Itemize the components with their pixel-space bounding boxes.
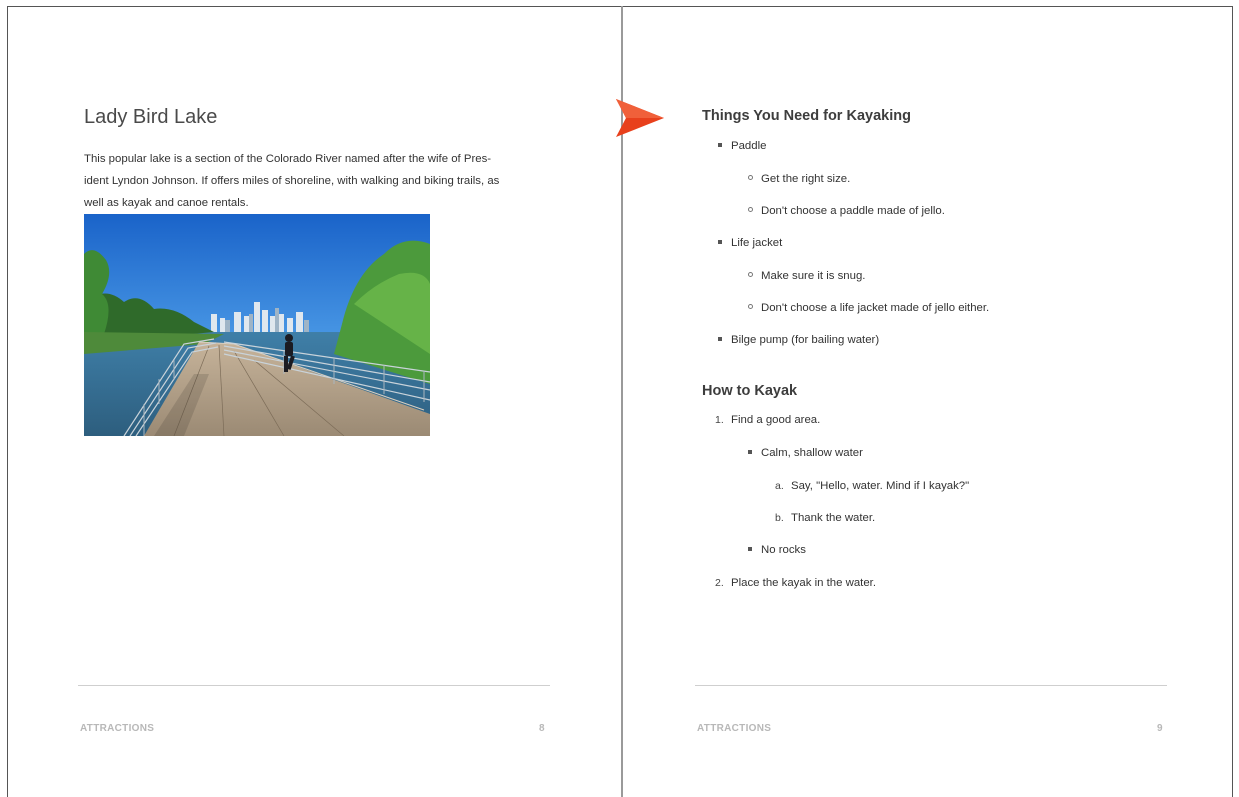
list-item: No rocks — [748, 544, 806, 556]
intro-paragraph: This popular lake is a section of the Co… — [84, 148, 549, 214]
list-marker: 2. — [715, 577, 724, 589]
square-bullet-icon — [718, 336, 722, 341]
page-number: 9 — [1157, 723, 1163, 734]
list-item: Make sure it is snug. — [748, 270, 865, 282]
ordered-list-item: 1. Find a good area. — [715, 414, 821, 426]
list-item: Get the right size. — [748, 173, 850, 185]
footer-rule — [695, 685, 1167, 686]
arrow-pointer-icon — [616, 99, 664, 137]
circle-bullet-icon — [748, 304, 753, 310]
circle-bullet-icon — [748, 175, 753, 181]
right-page: Things You Need for Kayaking Paddle Get … — [616, 6, 1233, 797]
list-marker: a. — [775, 480, 784, 492]
footer-section-label: ATTRACTIONS — [697, 723, 772, 734]
square-bullet-icon — [748, 449, 752, 454]
list-marker: 1. — [715, 414, 724, 426]
section-heading-howto: How to Kayak — [702, 383, 798, 399]
footer-rule — [78, 685, 550, 686]
square-bullet-icon — [748, 546, 752, 551]
ordered-list-item: b. Thank the water. — [775, 512, 876, 524]
lake-photo — [84, 214, 430, 436]
square-bullet-icon — [718, 142, 722, 147]
ordered-list-item: a. Say, "Hello, water. Mind if I kayak?" — [775, 480, 970, 492]
list-item: Life jacket — [718, 237, 782, 249]
paragraph-line: This popular lake is a section of the Co… — [84, 153, 492, 165]
footer-section-label: ATTRACTIONS — [80, 723, 155, 734]
list-item: Don't choose a life jacket made of jello… — [748, 302, 989, 314]
list-item: Don't choose a paddle made of jello. — [748, 205, 945, 217]
paragraph-line: ident Lyndon Johnson. If offers miles of… — [84, 175, 500, 187]
page-title: Lady Bird Lake — [84, 106, 218, 128]
list-item: Bilge pump (for bailing water) — [718, 334, 879, 346]
square-bullet-icon — [718, 239, 722, 244]
ordered-list-item: 2. Place the kayak in the water. — [715, 577, 876, 589]
paragraph-line: well as kayak and canoe rentals. — [84, 197, 249, 209]
list-item: Paddle — [718, 140, 766, 152]
circle-bullet-icon — [748, 272, 753, 278]
left-page: Lady Bird Lake This popular lake is a se… — [8, 6, 621, 797]
list-marker: b. — [775, 512, 784, 524]
section-heading-gear: Things You Need for Kayaking — [702, 108, 911, 124]
list-item: Calm, shallow water — [748, 447, 863, 459]
page-number: 8 — [539, 723, 545, 734]
circle-bullet-icon — [748, 207, 753, 213]
